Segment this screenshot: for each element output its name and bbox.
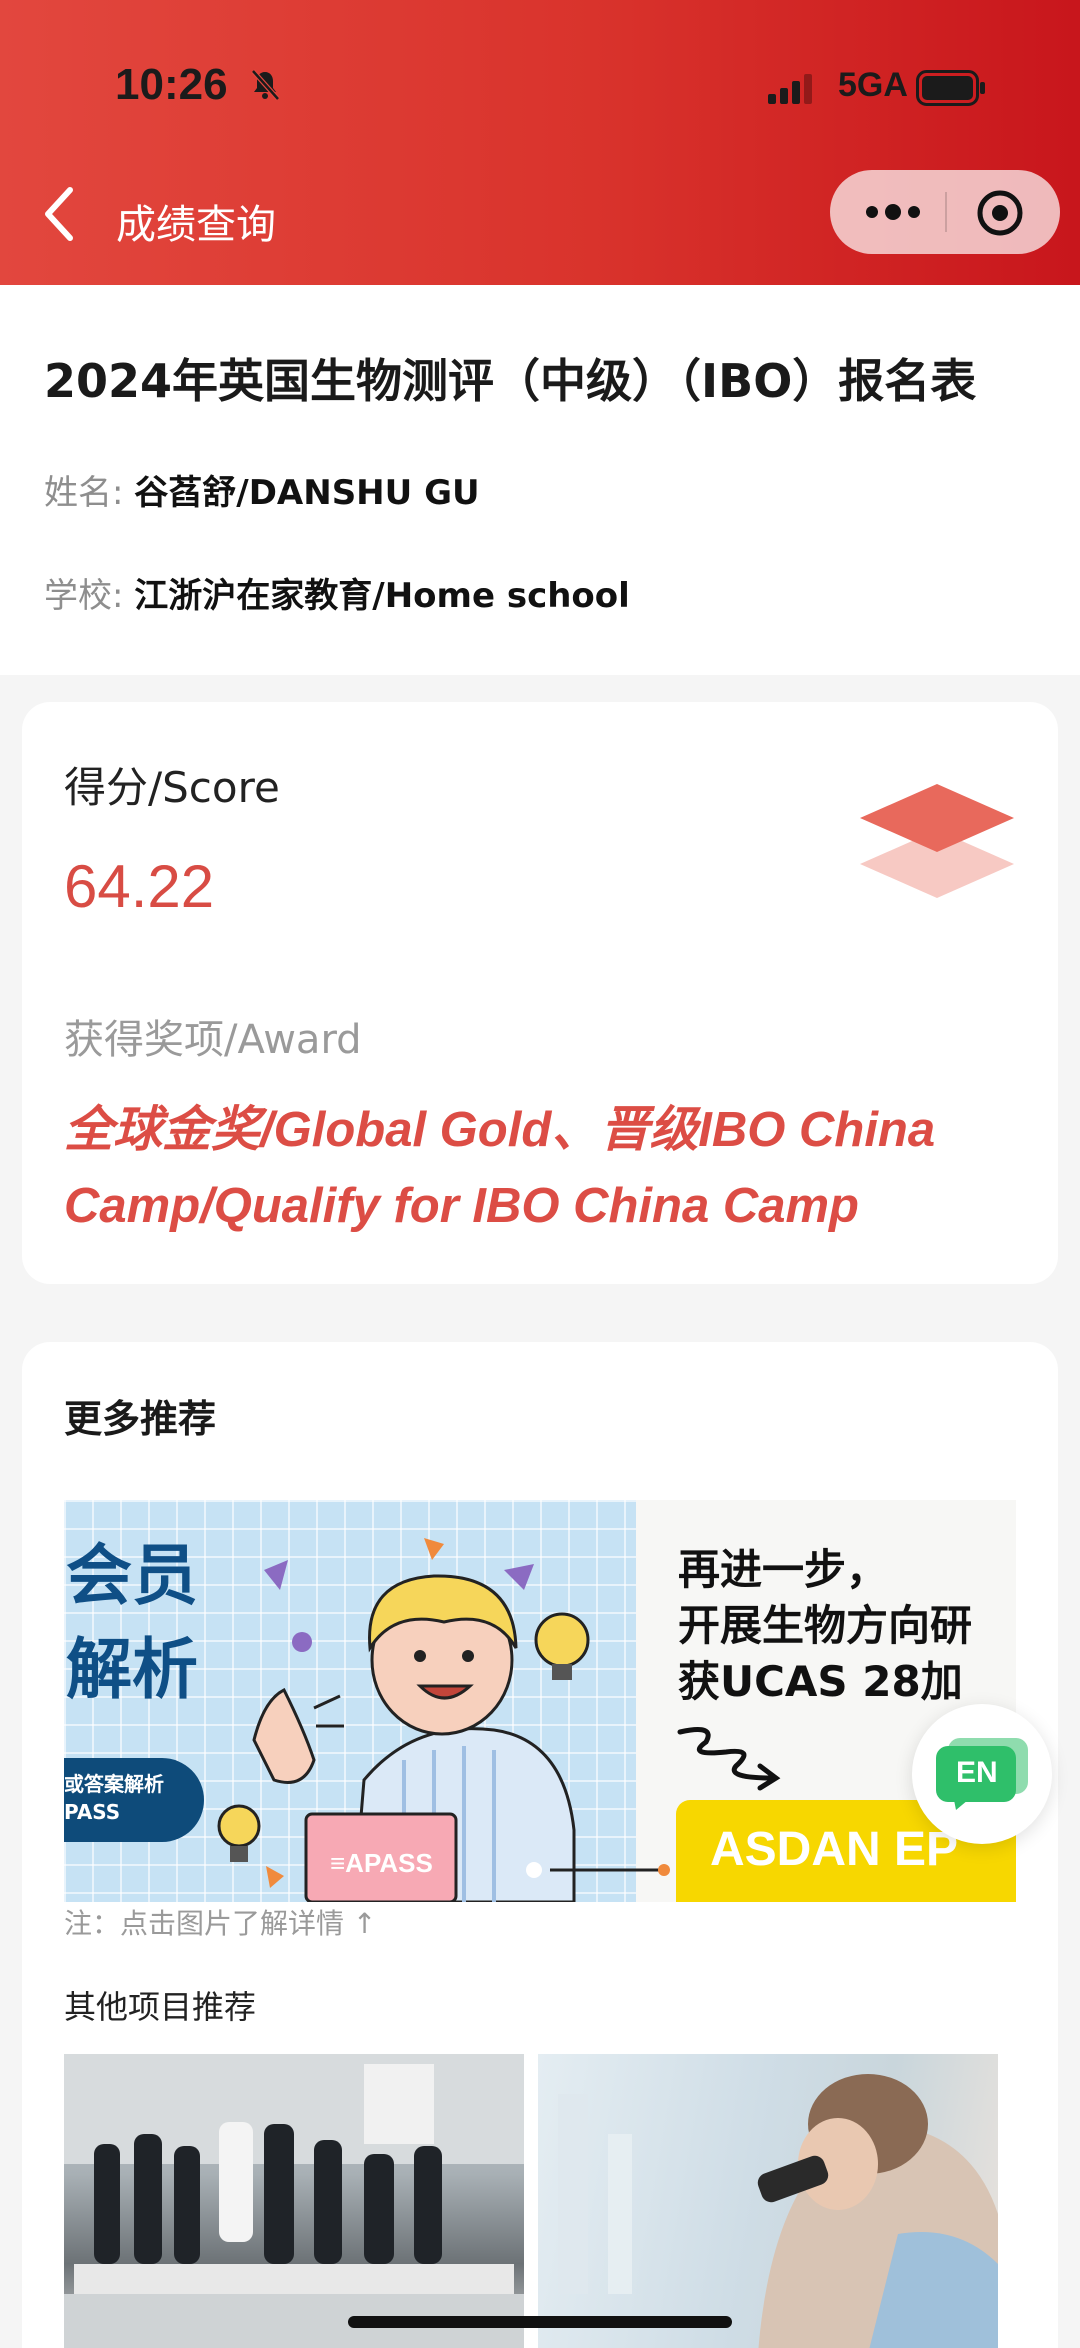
banner-right-line1: 再进一步， bbox=[678, 1545, 889, 1594]
classroom-photo-image bbox=[64, 2054, 524, 2348]
score-label: 得分/Score bbox=[64, 763, 280, 812]
cartoon-boy-illustration: ≡APASS bbox=[252, 1538, 590, 1902]
recommend-title: 更多推荐 bbox=[64, 1397, 217, 1441]
app-header: 10:26 5GA 成绩查询 bbox=[0, 0, 1080, 285]
school-value: 江浙沪在家教育/Home school bbox=[134, 576, 630, 616]
award-line-2: Camp/Qualify for IBO China Camp bbox=[64, 1179, 859, 1233]
banner-right-line2: 开展生物方向研 bbox=[678, 1601, 973, 1650]
nav-title: 成绩查询 bbox=[116, 202, 276, 248]
signal-icon bbox=[768, 74, 812, 104]
award-label: 获得奖项/Award bbox=[64, 1017, 362, 1063]
banner-slide-left[interactable]: 会员 解析 或答案解析 PASS ≡APASS bbox=[64, 1500, 636, 1902]
laptop-brand: ≡APASS bbox=[330, 1848, 433, 1878]
score-value: 64.22 bbox=[64, 853, 215, 920]
status-time: 10:26 bbox=[115, 60, 228, 109]
project-photo-lab[interactable] bbox=[538, 2054, 998, 2348]
translate-en-label: EN bbox=[956, 1756, 998, 1789]
banner-note: 注：点击图片了解详情 ↑ bbox=[64, 1907, 377, 1940]
banner-slide-right[interactable]: 再进一步， 开展生物方向研 获UCAS 28加 ASDAN EP bbox=[636, 1500, 1016, 1902]
translate-en-button[interactable]: EN bbox=[912, 1704, 1052, 1844]
project-photo-classroom[interactable] bbox=[64, 2054, 524, 2348]
banner-pill: 或答案解析 PASS bbox=[64, 1758, 204, 1842]
banner-text-line1: 会员 bbox=[66, 1537, 198, 1614]
miniprogram-capsule bbox=[830, 170, 1060, 254]
lab-photo-image bbox=[558, 2074, 998, 2348]
banner-right-line3: 获UCAS 28加 bbox=[678, 1657, 963, 1706]
more-dots-icon[interactable] bbox=[858, 192, 928, 232]
award-text: 全球金奖/Global Gold、晋级IBO China Camp/Qualif… bbox=[64, 1092, 1044, 1244]
promo-banner[interactable]: 会员 解析 或答案解析 PASS ≡APASS 再进一步， 开展生物方向研 获U… bbox=[64, 1500, 1016, 1902]
other-projects-title: 其他项目推荐 bbox=[64, 1988, 257, 2026]
layers-icon bbox=[860, 784, 1014, 898]
recommend-card: 更多推荐 会员 解析 或答案解析 PASS ≡APASS 再进一步， 开展生物方… bbox=[22, 1342, 1058, 2348]
award-line-1: 全球金奖/Global Gold、晋级IBO China bbox=[64, 1103, 936, 1157]
battery-icon bbox=[916, 70, 985, 106]
school-row: 学校: 江浙沪在家教育/Home school bbox=[44, 568, 630, 617]
name-value: 谷萏舒/DANSHU GU bbox=[134, 473, 480, 513]
score-card: 得分/Score 64.22 获得奖项/Award 全球金奖/Global Go… bbox=[22, 702, 1058, 1284]
capsule-divider bbox=[945, 192, 947, 232]
page-title: 2024年英国生物测评（中级）（IBO）报名表 bbox=[44, 354, 977, 408]
home-indicator[interactable] bbox=[348, 2316, 732, 2328]
banner-text-line2: 解析 bbox=[66, 1631, 198, 1708]
lightbulb-icon bbox=[217, 1804, 261, 1862]
name-row: 姓名: 谷萏舒/DANSHU GU bbox=[44, 465, 480, 514]
registration-info-card: 2024年英国生物测评（中级）（IBO）报名表 姓名: 谷萏舒/DANSHU G… bbox=[0, 285, 1080, 675]
status-bar: 10:26 5GA bbox=[0, 60, 1080, 120]
banner-pill-line2: PASS bbox=[64, 1800, 121, 1824]
target-circle-icon[interactable] bbox=[975, 188, 1025, 238]
nav-bar: 成绩查询 bbox=[0, 170, 1080, 260]
bell-slash-icon bbox=[251, 69, 280, 101]
name-label: 姓名: bbox=[44, 473, 124, 513]
scribble-arrow-icon bbox=[677, 1727, 781, 1791]
network-type: 5GA bbox=[838, 66, 908, 104]
banner-pill-line1: 或答案解析 bbox=[64, 1772, 164, 1796]
carousel-dots bbox=[526, 1862, 670, 1878]
school-label: 学校: bbox=[44, 576, 124, 616]
back-chevron-icon[interactable] bbox=[40, 184, 80, 244]
